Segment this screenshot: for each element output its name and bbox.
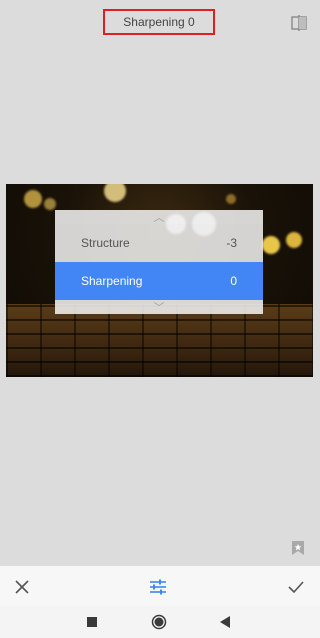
parameter-panel: ︿ Structure -3 Sharpening 0 ﹀ [55, 210, 263, 314]
cancel-button[interactable] [9, 574, 35, 600]
bokeh-light [226, 194, 236, 204]
scroll-up-arrow[interactable]: ︿ [55, 210, 263, 224]
parameter-row-structure[interactable]: Structure -3 [55, 224, 263, 262]
parameter-row-sharpening[interactable]: Sharpening 0 [55, 262, 263, 300]
parameter-value: 0 [230, 274, 237, 288]
editor-screen: Sharpening 0 ︿ Structure -3 Sharpening 0 [0, 0, 320, 638]
apply-button[interactable] [283, 574, 309, 600]
bokeh-light [262, 236, 280, 254]
square-icon [87, 617, 97, 627]
parameter-value: -3 [226, 236, 237, 250]
close-icon [15, 580, 29, 594]
system-nav-bar [0, 606, 320, 638]
tune-button[interactable] [145, 574, 171, 600]
compare-icon[interactable] [290, 14, 308, 32]
back-triangle-icon [220, 616, 230, 628]
scroll-down-arrow[interactable]: ﹀ [55, 300, 263, 314]
bokeh-light [286, 232, 302, 248]
bottom-toolbar [0, 566, 320, 606]
bookmark-icon[interactable] [291, 540, 305, 556]
parameter-label: Structure [81, 236, 130, 250]
back-button[interactable] [216, 613, 234, 631]
recents-button[interactable] [83, 613, 101, 631]
parameter-label: Sharpening [81, 274, 143, 288]
bokeh-light [104, 184, 126, 202]
bokeh-light [44, 198, 56, 210]
circle-icon [151, 614, 167, 630]
current-parameter-title: Sharpening 0 [103, 9, 215, 35]
home-button[interactable] [150, 613, 168, 631]
top-bar: Sharpening 0 [0, 0, 320, 46]
tune-icon [150, 579, 166, 595]
bokeh-light [24, 190, 42, 208]
check-icon [288, 581, 304, 594]
